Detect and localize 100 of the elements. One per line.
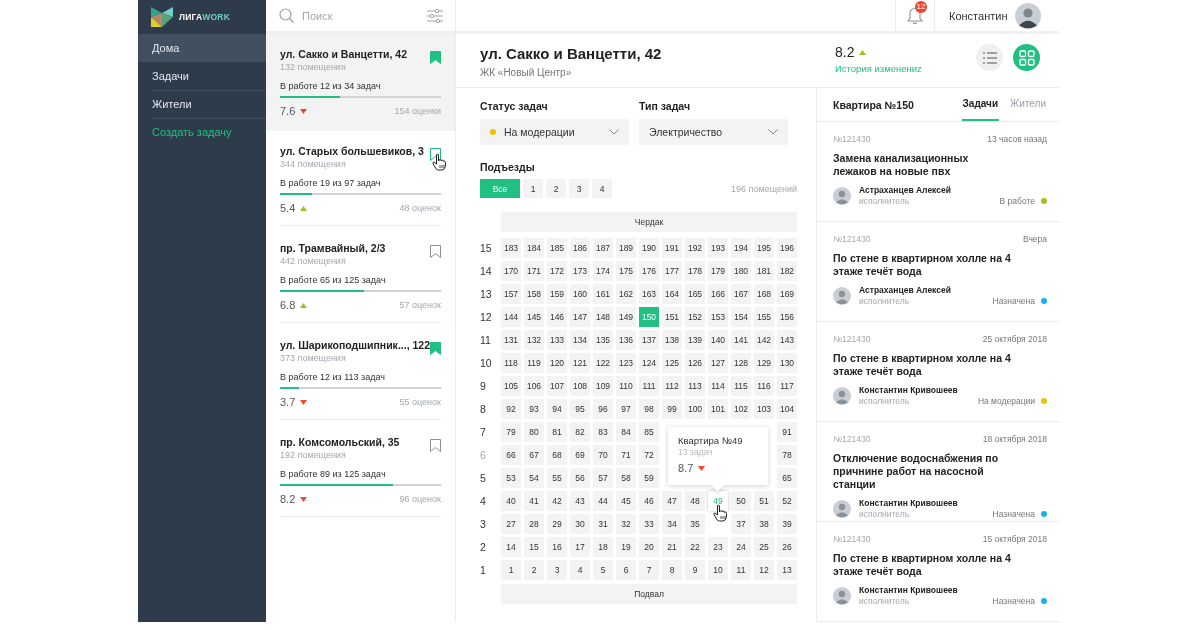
apartment-cell[interactable]: 72 xyxy=(639,445,659,465)
apartment-cell[interactable]: 57 xyxy=(593,468,613,488)
apartment-cell[interactable]: 59 xyxy=(639,468,659,488)
apartment-cell[interactable]: 92 xyxy=(501,399,521,419)
apartment-cell[interactable]: 125 xyxy=(662,353,682,373)
apartment-cell[interactable]: 133 xyxy=(547,330,567,350)
apartment-cell[interactable]: 28 xyxy=(524,514,544,534)
apartment-cell[interactable]: 160 xyxy=(570,284,590,304)
apartment-cell[interactable]: 126 xyxy=(685,353,705,373)
bookmark-filled-icon[interactable] xyxy=(430,51,441,64)
apartment-cell[interactable]: 149 xyxy=(616,307,636,327)
apartment-cell[interactable]: 145 xyxy=(524,307,544,327)
apartment-cell[interactable]: 47 xyxy=(662,491,682,511)
apartment-cell[interactable]: 103 xyxy=(754,399,774,419)
apartment-cell[interactable]: 68 xyxy=(547,445,567,465)
apartment-cell[interactable]: 93 xyxy=(524,399,544,419)
apartment-cell[interactable]: 53 xyxy=(501,468,521,488)
apartment-cell[interactable]: 23 xyxy=(708,537,728,557)
apartment-cell[interactable]: 22 xyxy=(685,537,705,557)
apartment-cell[interactable]: 146 xyxy=(547,307,567,327)
apartment-cell[interactable]: 120 xyxy=(547,353,567,373)
apartment-cell[interactable]: 175 xyxy=(616,261,636,281)
apartment-cell[interactable]: 85 xyxy=(639,422,659,442)
apartment-cell[interactable]: 124 xyxy=(639,353,659,373)
apartment-cell[interactable]: 101 xyxy=(708,399,728,419)
task-title[interactable]: Отключение водоснабжения по причнине работ на насосной станции xyxy=(833,452,1013,491)
apartment-cell[interactable]: 32 xyxy=(616,514,636,534)
apartment-cell[interactable]: 140 xyxy=(708,330,728,350)
nav-item[interactable]: Дома xyxy=(138,34,266,62)
apartment-cell[interactable]: 176 xyxy=(639,261,659,281)
apartment-cell[interactable]: 104 xyxy=(777,399,797,419)
house-card[interactable]: ул. Сакко и Ванцетти, 42 132 помещения В работе 12 из 34 задач 7.6 154 оценки xyxy=(266,34,455,131)
apartment-cell[interactable]: 14 xyxy=(501,537,521,557)
apartment-cell[interactable]: 56 xyxy=(570,468,590,488)
apartment-cell[interactable]: 54 xyxy=(524,468,544,488)
apartment-cell[interactable]: 99 xyxy=(662,399,682,419)
apartment-cell[interactable]: 51 xyxy=(754,491,774,511)
apartment-cell[interactable]: 2 xyxy=(524,560,544,580)
apartment-cell[interactable]: 134 xyxy=(570,330,590,350)
apartment-cell[interactable]: 37 xyxy=(731,514,751,534)
apartment-cell[interactable]: 122 xyxy=(593,353,613,373)
apartment-cell[interactable]: 42 xyxy=(547,491,567,511)
apartment-cell[interactable]: 46 xyxy=(639,491,659,511)
apartment-cell[interactable]: 121 xyxy=(570,353,590,373)
apartment-cell[interactable]: 164 xyxy=(662,284,682,304)
apartment-cell[interactable]: 155 xyxy=(754,307,774,327)
dropdown[interactable]: На модерации xyxy=(480,119,629,145)
apartment-cell[interactable]: 170 xyxy=(501,261,521,281)
apartment-cell[interactable]: 115 xyxy=(731,376,751,396)
apartment-cell[interactable]: 102 xyxy=(731,399,751,419)
apartment-cell[interactable]: 113 xyxy=(685,376,705,396)
apartment-cell[interactable]: 48 xyxy=(685,491,705,511)
apartment-cell[interactable]: 25 xyxy=(754,537,774,557)
apartment-cell[interactable]: 38 xyxy=(754,514,774,534)
task-title[interactable]: По стене в квартирном холле на 4 этаже течёт вода xyxy=(833,252,1013,278)
apartment-cell[interactable]: 135 xyxy=(593,330,613,350)
apartment-cell[interactable]: 186 xyxy=(570,238,590,258)
apartment-cell[interactable]: 165 xyxy=(685,284,705,304)
apartment-cell[interactable]: 80 xyxy=(524,422,544,442)
apartment-cell[interactable]: 111 xyxy=(639,376,659,396)
apartment-cell[interactable]: 112 xyxy=(662,376,682,396)
apartment-cell[interactable]: 83 xyxy=(593,422,613,442)
apartment-cell[interactable]: 117 xyxy=(777,376,797,396)
apartment-cell[interactable]: 143 xyxy=(777,330,797,350)
apartment-cell[interactable]: 139 xyxy=(685,330,705,350)
apartment-cell[interactable]: 18 xyxy=(593,537,613,557)
apartment-cell[interactable]: 147 xyxy=(570,307,590,327)
apartment-cell[interactable]: 15 xyxy=(524,537,544,557)
apartment-cell[interactable]: 11 xyxy=(731,560,751,580)
nav-item[interactable]: Жители xyxy=(138,90,266,118)
apartment-cell[interactable]: 148 xyxy=(593,307,613,327)
apartment-cell[interactable]: 105 xyxy=(501,376,521,396)
entrance-tab[interactable]: 1 xyxy=(523,179,543,198)
apartment-cell[interactable]: 127 xyxy=(708,353,728,373)
apartment-cell[interactable]: 16 xyxy=(547,537,567,557)
apartment-cell[interactable]: 128 xyxy=(731,353,751,373)
apartment-cell[interactable]: 24 xyxy=(731,537,751,557)
apartment-cell[interactable]: 43 xyxy=(570,491,590,511)
apartment-cell[interactable]: 78 xyxy=(777,445,797,465)
create-task-link[interactable]: Создать задачу xyxy=(138,118,266,146)
apartment-cell[interactable]: 119 xyxy=(524,353,544,373)
apartment-cell[interactable]: 192 xyxy=(685,238,705,258)
task-title[interactable]: По стене в квартирном холле на 4 этаже течёт вода xyxy=(833,352,1013,378)
task-title[interactable]: По стене в квартирном холле на 4 этаже течёт вода xyxy=(833,552,1013,578)
grid-view-button[interactable] xyxy=(1013,44,1040,71)
apartment-cell[interactable]: 100 xyxy=(685,399,705,419)
apartment-cell[interactable]: 108 xyxy=(570,376,590,396)
apartment-cell[interactable]: 41 xyxy=(524,491,544,511)
apartment-cell[interactable]: 136 xyxy=(616,330,636,350)
apartment-cell[interactable]: 172 xyxy=(547,261,567,281)
apartment-cell[interactable]: 1 xyxy=(501,560,521,580)
apartment-cell[interactable]: 91 xyxy=(777,422,797,442)
apartment-cell[interactable]: 180 xyxy=(731,261,751,281)
apartment-cell[interactable]: 162 xyxy=(616,284,636,304)
apartment-cell[interactable]: 187 xyxy=(593,238,613,258)
apartment-cell[interactable]: 34 xyxy=(662,514,682,534)
apartment-cell[interactable]: 31 xyxy=(593,514,613,534)
apartment-cell[interactable]: 190 xyxy=(639,238,659,258)
apartment-cell[interactable]: 94 xyxy=(547,399,567,419)
apartment-cell[interactable]: 171 xyxy=(524,261,544,281)
